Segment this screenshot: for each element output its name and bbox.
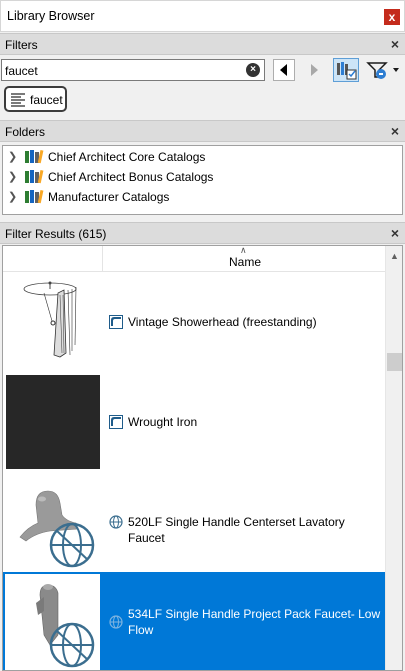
folder-item-label: Chief Architect Core Catalogs [48,150,206,164]
filters-close-icon[interactable]: × [391,36,399,52]
title-bar: Library Browser x [0,0,405,32]
results-close-icon[interactable]: × [391,225,399,241]
architect-object-icon [109,315,123,329]
folder-item-label: Manufacturer Catalogs [48,190,170,204]
filters-header: Filters × [0,33,405,55]
search-input[interactable]: faucet × [1,59,265,81]
catalog-books-icon [25,149,44,164]
results-header: Filter Results (615) × [0,222,405,244]
folders-title: Folders [5,125,46,139]
showerhead-thumbnail [23,281,77,358]
folders-close-icon[interactable]: × [391,123,399,139]
window-close-button[interactable]: x [384,9,400,25]
filter-chip[interactable]: faucet [4,86,67,112]
expand-chevron-icon[interactable]: ❯ [8,190,17,203]
forward-arrow-icon [311,64,318,76]
folder-item-core[interactable]: ❯ Chief Architect Core Catalogs [3,147,402,167]
folders-header: Folders × [0,120,405,142]
list-item-label: 520LF Single Handle Centerset Lavatory F… [128,515,345,545]
folder-item-manufacturer[interactable]: ❯ Manufacturer Catalogs [3,187,402,207]
thumbnail-frame [3,572,102,670]
filter-options-button[interactable] [333,58,359,82]
catalog-books-icon [25,169,44,184]
list-item-label: Vintage Showerhead (freestanding) [128,315,317,329]
column-divider [102,246,103,272]
list-item-label: Wrought Iron [128,415,198,429]
filter-funnel-dropdown[interactable] [366,59,402,81]
funnel-icon [366,62,399,79]
back-arrow-icon [280,64,287,76]
folder-item-bonus[interactable]: ❯ Chief Architect Bonus Catalogs [3,167,402,187]
results-list: ∧ Name Vintage Showerhead (freestanding) [2,245,403,671]
search-value: faucet [5,64,38,78]
folder-tree: ❯ Chief Architect Core Catalogs ❯ Chief … [2,145,403,215]
faucet-thumbnail [36,584,95,668]
architect-object-icon [109,415,123,429]
results-title: Filter Results (615) [5,227,107,241]
faucet-thumbnail [19,490,95,568]
forward-button[interactable] [302,59,324,81]
text-filter-icon [11,93,25,107]
manufacturer-globe-icon [109,515,123,529]
library-filter-icon [337,62,357,80]
list-item[interactable]: Vintage Showerhead (freestanding) [3,272,387,372]
clear-search-button[interactable]: × [246,63,260,77]
catalog-books-icon [25,189,44,204]
list-item[interactable]: 520LF Single Handle Centerset Lavatory F… [3,472,387,572]
vertical-scrollbar[interactable]: ▲ [385,246,402,670]
list-item-label: 534LF Single Handle Project Pack Faucet-… [128,607,381,637]
manufacturer-globe-icon [109,615,123,629]
list-item-selected[interactable]: 534LF Single Handle Project Pack Faucet-… [3,572,387,670]
scrollbar-thumb[interactable] [387,353,402,371]
folder-item-label: Chief Architect Bonus Catalogs [48,170,214,184]
window-title: Library Browser [7,9,95,23]
name-column-header[interactable]: ∧ Name [3,246,387,272]
expand-chevron-icon[interactable]: ❯ [8,150,17,163]
column-name-label: Name [229,255,262,269]
expand-chevron-icon[interactable]: ❯ [8,170,17,183]
filter-chip-label: faucet [30,93,63,107]
filters-title: Filters [5,38,38,52]
list-item[interactable]: Wrought Iron [3,372,387,472]
scroll-up-icon[interactable]: ▲ [390,251,399,261]
wrought-iron-thumbnail [6,375,100,469]
back-button[interactable] [273,59,295,81]
